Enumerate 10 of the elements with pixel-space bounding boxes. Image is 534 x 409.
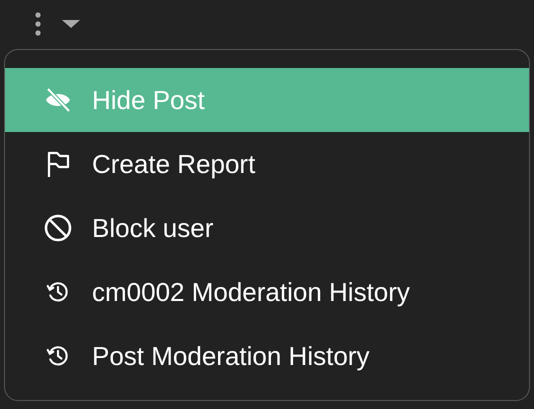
eye-slash-icon <box>44 86 72 114</box>
more-options-button[interactable] <box>33 11 43 37</box>
dropdown-caret-button[interactable] <box>61 18 81 30</box>
menu-item[interactable]: cm0002 Moderation History <box>5 260 529 324</box>
menu-item[interactable]: Create Report <box>5 132 529 196</box>
block-icon <box>44 214 72 242</box>
history-icon <box>46 344 70 368</box>
history-icon <box>46 280 70 304</box>
menu-item[interactable]: Post Moderation History <box>5 324 529 388</box>
menu-item[interactable]: Block user <box>5 196 529 260</box>
